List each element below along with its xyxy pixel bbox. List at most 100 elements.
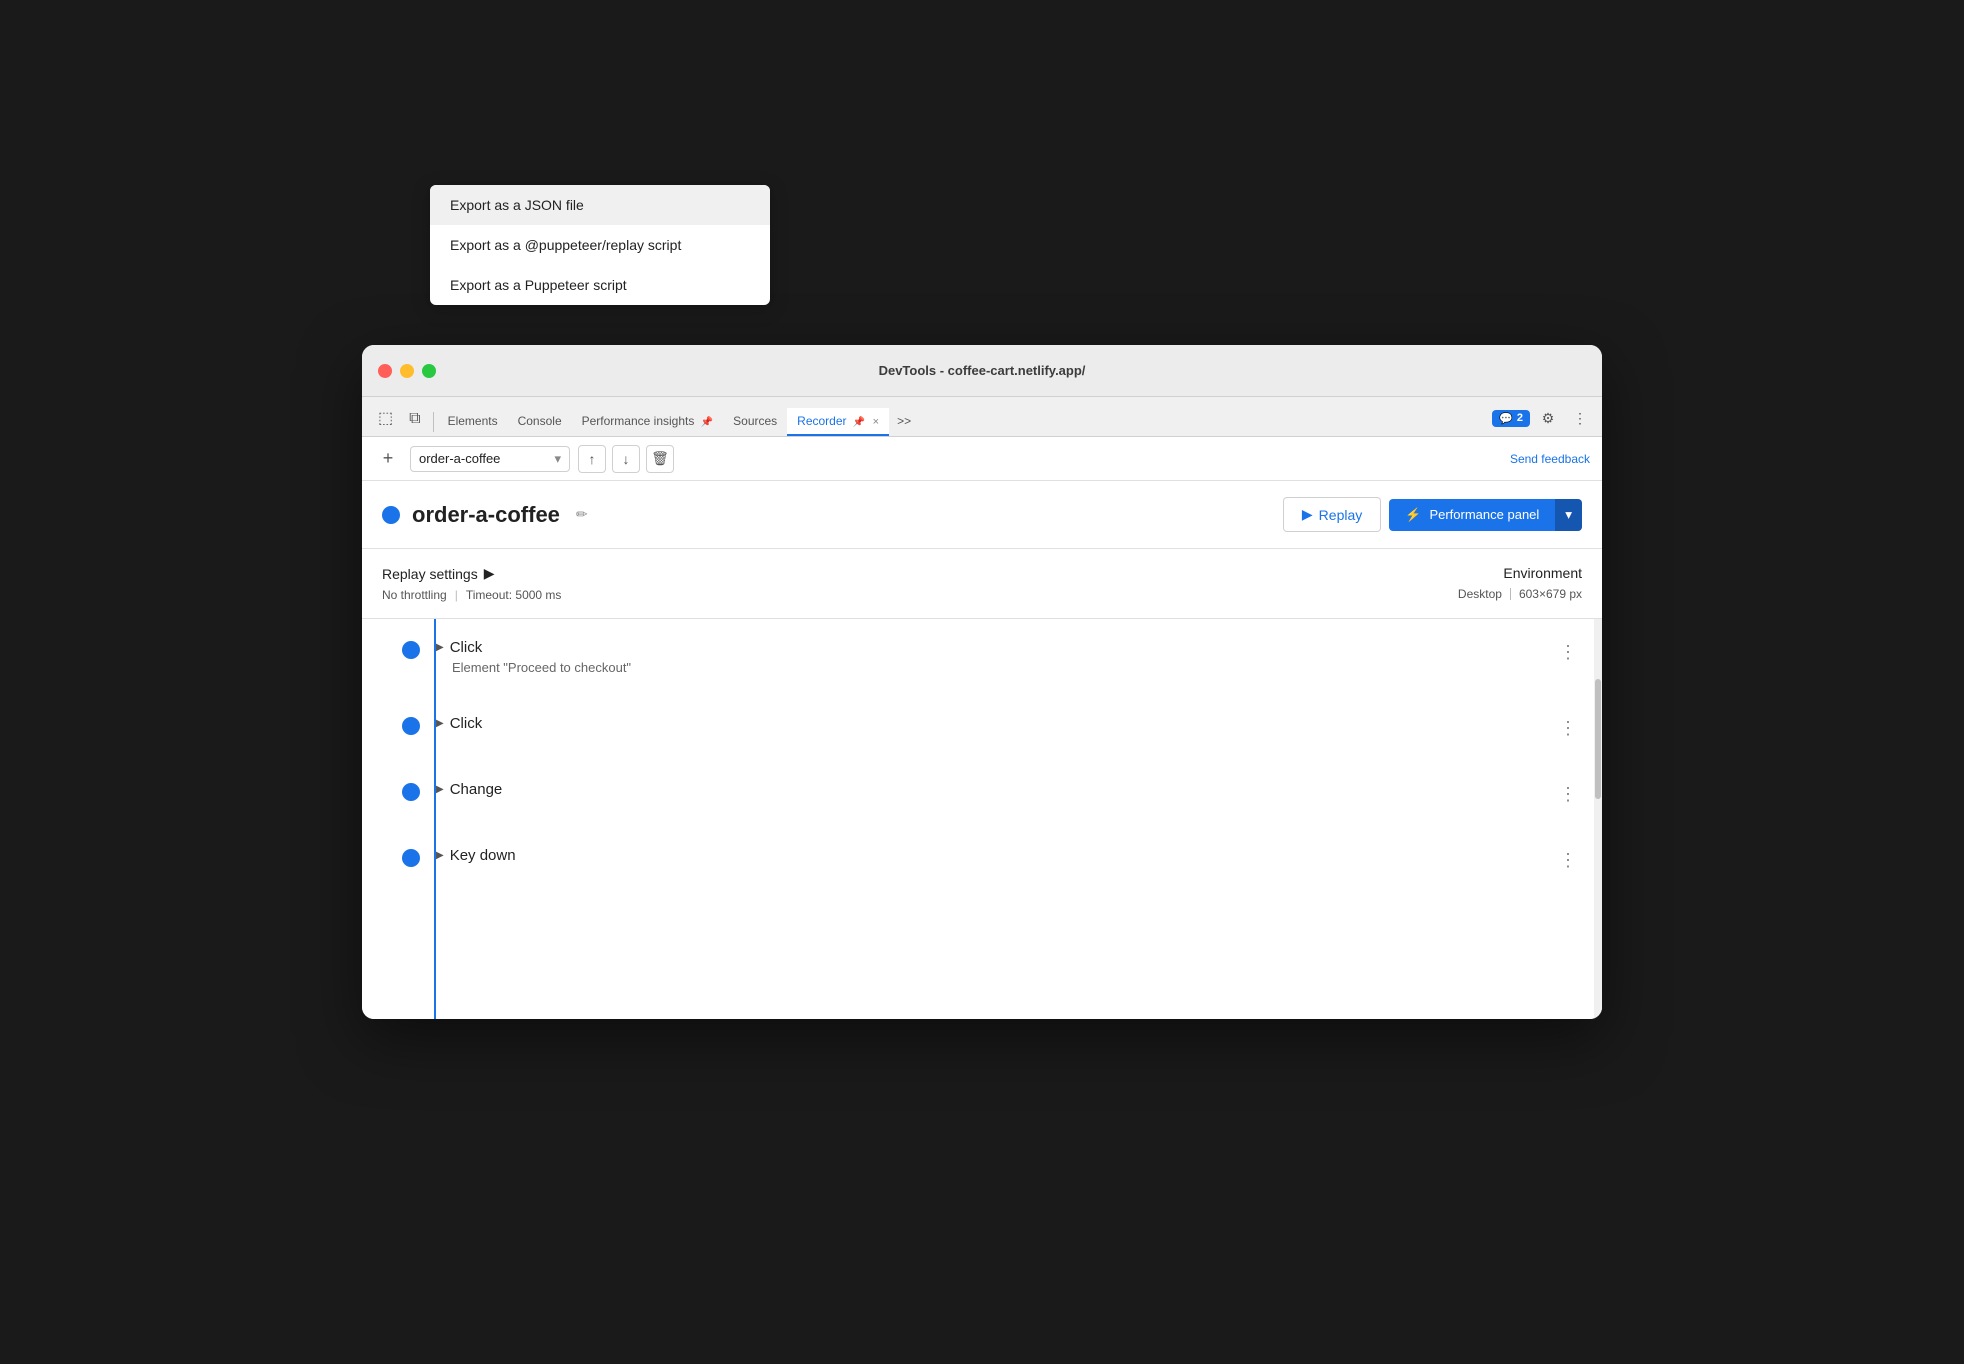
tab-recorder[interactable]: Recorder 📌 × [787, 408, 889, 436]
close-button[interactable] [378, 364, 392, 378]
tab-elements[interactable]: Elements [438, 408, 508, 436]
tab-sources[interactable]: Sources [723, 408, 787, 436]
import-recording-button[interactable]: ↓ [612, 445, 640, 473]
step-expand-icon: ▶ [436, 642, 444, 653]
performance-pin-icon: 📌 [701, 417, 713, 428]
recording-status-dot [382, 506, 400, 524]
step-item: ▶ Change ⋮ [402, 781, 1582, 807]
settings-expand-icon: ▶ [484, 565, 495, 582]
step-title-row[interactable]: ▶ Key down [436, 847, 1555, 864]
step-expand-icon: ▶ [436, 850, 444, 861]
chat-feedback-badge[interactable]: 💬 2 [1492, 410, 1530, 427]
step-dot [402, 641, 420, 659]
step-title-row[interactable]: ▶ Click [436, 639, 1555, 656]
recorder-toolbar: + order-a-coffee ▾ ↑ ↓ 🗑 Send feedback [362, 437, 1602, 481]
step-content: ▶ Key down [436, 847, 1555, 864]
recording-name: order-a-coffee [419, 451, 500, 466]
environment-details: Desktop 603×679 px [1458, 587, 1582, 601]
tabs-more-button[interactable]: >> [889, 408, 919, 434]
step-title-row[interactable]: ▶ Change [436, 781, 1555, 798]
step-dot [402, 717, 420, 735]
settings-separator: | [455, 588, 458, 602]
step-dot [402, 849, 420, 867]
performance-panel-btn: ⚡ Performance panel ▾ [1389, 499, 1582, 531]
recorder-close-icon[interactable]: × [873, 416, 879, 428]
delete-icon: 🗑 [651, 450, 669, 467]
perf-icon: ⚡ [1405, 507, 1421, 523]
tabs-right-actions: 💬 2 ⚙ ⋮ [1492, 404, 1594, 432]
minimize-button[interactable] [400, 364, 414, 378]
environment-title: Environment [1458, 565, 1582, 581]
maximize-button[interactable] [422, 364, 436, 378]
step-content: ▶ Click [436, 715, 1555, 732]
timeout-value: Timeout: 5000 ms [466, 588, 562, 602]
export-recording-button[interactable]: ↑ [578, 445, 606, 473]
recorder-pin-icon: 📌 [853, 417, 865, 428]
tab-console[interactable]: Console [508, 408, 572, 436]
settings-button[interactable]: ⚙ [1534, 404, 1562, 432]
replay-settings-title[interactable]: Replay settings ▶ [382, 565, 1418, 582]
step-item: ▶ Key down ⋮ [402, 847, 1582, 873]
step-item: ▶ Click ⋮ [402, 715, 1582, 741]
devtools-window: DevTools - coffee-cart.netlify.app/ ⬚ ⧉ … [362, 345, 1602, 1019]
step-expand-icon: ▶ [436, 784, 444, 795]
devtools-tabs: ⬚ ⧉ Elements Console Performance insight… [362, 397, 1602, 437]
dropdown-arrow-icon: ▾ [554, 451, 561, 467]
header-actions: ▶ Replay ⚡ Performance panel ▾ [1283, 497, 1582, 532]
edit-icon[interactable]: ✏ [576, 506, 588, 523]
step-more-button[interactable]: ⋮ [1555, 715, 1582, 741]
step-more-button[interactable]: ⋮ [1555, 639, 1582, 665]
settings-section: Replay settings ▶ No throttling | Timeou… [362, 549, 1602, 619]
import-icon: ↓ [623, 451, 630, 467]
tab-divider [433, 412, 434, 432]
more-vert-icon: ⋮ [1573, 410, 1587, 427]
recording-selector[interactable]: order-a-coffee ▾ [410, 446, 570, 472]
titlebar: DevTools - coffee-cart.netlify.app/ [362, 345, 1602, 397]
step-name: Click [450, 639, 483, 656]
replay-settings: Replay settings ▶ No throttling | Timeou… [382, 565, 1418, 602]
export-icon: ↑ [589, 451, 596, 467]
dimensions-value: 603×679 px [1519, 587, 1582, 601]
step-more-button[interactable]: ⋮ [1555, 781, 1582, 807]
step-content: ▶ Change [436, 781, 1555, 798]
more-options-button[interactable]: ⋮ [1566, 404, 1594, 432]
step-expand-icon: ▶ [436, 718, 444, 729]
traffic-lights [378, 364, 436, 378]
settings-details: No throttling | Timeout: 5000 ms [382, 588, 1418, 602]
recording-header: order-a-coffee ✏ ▶ Replay ⚡ Performance … [362, 481, 1602, 549]
step-content: ▶ Click Element "Proceed to checkout" [436, 639, 1555, 675]
step-name: Change [450, 781, 503, 798]
step-name: Click [450, 715, 483, 732]
scrollbar-thumb[interactable] [1595, 679, 1601, 799]
env-separator [1510, 588, 1511, 600]
timeline-line [434, 619, 436, 1019]
recording-title: order-a-coffee [412, 502, 560, 528]
cursor-icon[interactable]: ⬚ [370, 404, 401, 432]
send-feedback-link[interactable]: Send feedback [1510, 452, 1590, 466]
performance-panel-main-button[interactable]: ⚡ Performance panel [1389, 499, 1555, 531]
replay-play-icon: ▶ [1302, 506, 1313, 523]
performance-panel-dropdown-button[interactable]: ▾ [1555, 499, 1582, 531]
throttling-value: No throttling [382, 588, 447, 602]
chat-icon: 💬 [1499, 412, 1513, 425]
toolbar-actions: ↑ ↓ 🗑 [578, 445, 674, 473]
window-title: DevTools - coffee-cart.netlify.app/ [879, 363, 1086, 378]
step-more-button[interactable]: ⋮ [1555, 847, 1582, 873]
step-item: ▶ Click Element "Proceed to checkout" ⋮ [402, 639, 1582, 675]
platform-value: Desktop [1458, 587, 1502, 601]
add-recording-button[interactable]: + [374, 445, 402, 473]
inspector-icon[interactable]: ⧉ [401, 406, 428, 432]
step-name: Key down [450, 847, 516, 864]
delete-recording-button[interactable]: 🗑 [646, 445, 674, 473]
scrollbar-track [1594, 619, 1602, 1019]
step-subtitle: Element "Proceed to checkout" [452, 660, 1555, 675]
dropdown-chevron-icon: ▾ [1565, 507, 1572, 523]
gear-icon: ⚙ [1542, 410, 1555, 427]
step-dot [402, 783, 420, 801]
environment-section: Environment Desktop 603×679 px [1458, 565, 1582, 602]
steps-container: ▶ Click Element "Proceed to checkout" ⋮ … [362, 619, 1602, 1019]
replay-button[interactable]: ▶ Replay [1283, 497, 1381, 532]
step-title-row[interactable]: ▶ Click [436, 715, 1555, 732]
tab-performance-insights[interactable]: Performance insights 📌 [572, 408, 724, 436]
steps-area: ▶ Click Element "Proceed to checkout" ⋮ … [362, 619, 1602, 1019]
